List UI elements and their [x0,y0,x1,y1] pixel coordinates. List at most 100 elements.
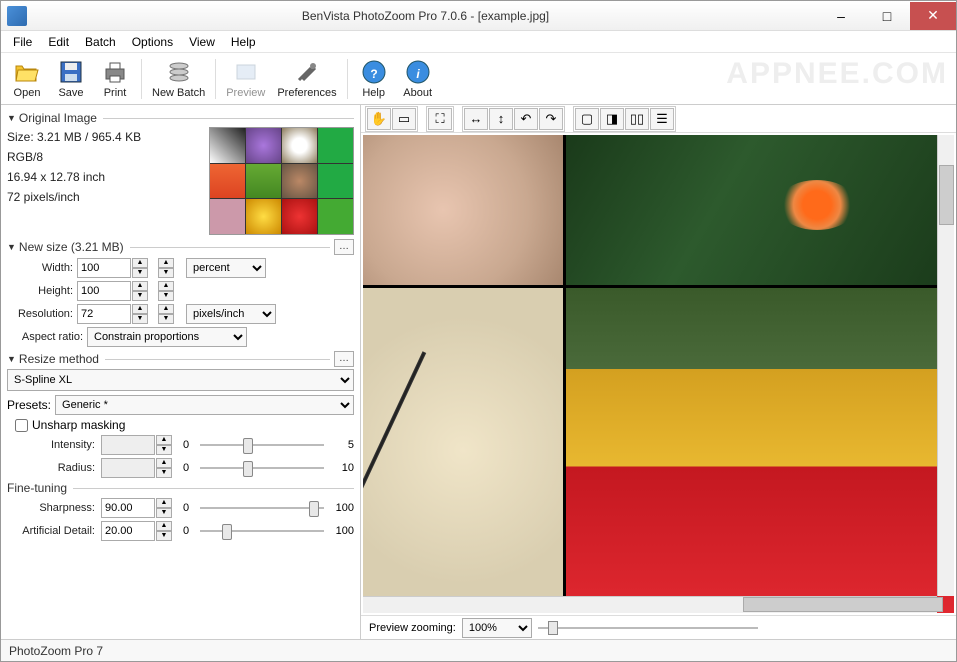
method-select[interactable]: S-Spline XL [7,369,354,391]
resize-options-button[interactable]: … [334,351,354,367]
height-up[interactable]: ▲ [132,281,148,291]
radius-slider[interactable] [200,458,324,478]
sharpness-input[interactable] [101,498,155,518]
width-label: Width: [7,262,73,274]
maximize-button[interactable]: □ [864,2,910,30]
flip-v-icon[interactable]: ↕ [489,108,513,130]
original-size: Size: 3.21 MB / 965.4 KB [7,127,209,147]
preview-hscroll[interactable] [363,596,937,613]
height-link-down[interactable]: ▼ [158,291,174,301]
width-up[interactable]: ▲ [132,258,148,268]
newbatch-button[interactable]: New Batch [146,56,211,101]
width-down[interactable]: ▼ [132,268,148,278]
height-label: Height: [7,285,73,297]
res-down[interactable]: ▼ [132,314,148,324]
preview-icon [232,58,260,86]
menu-file[interactable]: File [5,33,40,51]
height-down[interactable]: ▼ [132,291,148,301]
save-label: Save [58,87,83,99]
help-button[interactable]: ? Help [352,56,396,101]
split-stack-icon[interactable]: ☰ [650,108,674,130]
flip-h-icon[interactable]: ↔ [464,108,488,130]
width-link-down[interactable]: ▼ [158,268,174,278]
floppy-icon [57,58,85,86]
menu-batch[interactable]: Batch [77,33,124,51]
newsize-header[interactable]: New size (3.21 MB)… [7,239,354,255]
menu-options[interactable]: Options [124,33,181,51]
newbatch-label: New Batch [152,87,205,99]
printer-icon [101,58,129,86]
help-label: Help [362,87,385,99]
tools-icon [293,58,321,86]
help-icon: ? [360,58,388,86]
split-single-icon[interactable]: ▢ [575,108,599,130]
minimize-button[interactable]: – [818,2,864,30]
size-unit-select[interactable]: percent [186,258,266,278]
aspect-select[interactable]: Constrain proportions [87,327,247,347]
original-dims: 16.94 x 12.78 inch [7,167,209,187]
preferences-label: Preferences [277,87,336,99]
print-button[interactable]: Print [93,56,137,101]
unsharp-checkbox[interactable] [15,419,28,432]
resize-header[interactable]: Resize method… [7,351,354,367]
about-button[interactable]: i About [396,56,440,101]
open-label: Open [14,87,41,99]
res-link-up[interactable]: ▲ [158,304,174,314]
detail-min: 0 [178,525,194,537]
res-unit-select[interactable]: pixels/inch [186,304,276,324]
rotate-ccw-icon[interactable]: ↶ [514,108,538,130]
split-v2-icon[interactable]: ▯▯ [625,108,649,130]
height-link-up[interactable]: ▲ [158,281,174,291]
save-button[interactable]: Save [49,56,93,101]
hand-tool-icon[interactable]: ✋ [367,108,391,130]
rotate-cw-icon[interactable]: ↷ [539,108,563,130]
menu-edit[interactable]: Edit [40,33,77,51]
split-h-icon[interactable]: ◨ [600,108,624,130]
preferences-button[interactable]: Preferences [271,56,342,101]
marquee-tool-icon[interactable]: ▭ [392,108,416,130]
res-input[interactable] [77,304,131,324]
preview-button[interactable]: Preview [220,56,271,101]
radius-max: 10 [330,462,354,474]
preview-canvas[interactable] [363,135,954,613]
zoom-select[interactable]: 100% [462,618,532,638]
menu-help[interactable]: Help [223,33,264,51]
sharpness-label: Sharpness: [7,502,95,514]
sharpness-min: 0 [178,502,194,514]
radius-min: 0 [178,462,194,474]
detail-input[interactable] [101,521,155,541]
info-icon: i [404,58,432,86]
thumbnail[interactable] [209,127,354,235]
res-label: Resolution: [7,308,73,320]
res-link-down[interactable]: ▼ [158,314,174,324]
intensity-input[interactable] [101,435,155,455]
print-label: Print [104,87,127,99]
intensity-slider[interactable] [200,435,324,455]
height-input[interactable] [77,281,131,301]
aspect-label: Aspect ratio: [7,331,83,343]
zoom-slider[interactable] [538,619,758,637]
menu-view[interactable]: View [181,33,223,51]
close-button[interactable]: ✕ [910,2,956,30]
sharpness-slider[interactable] [200,498,324,518]
width-input[interactable] [77,258,131,278]
watermark: APPNEE.COM [726,57,948,91]
open-button[interactable]: Open [5,56,49,101]
intensity-max: 5 [330,439,354,451]
width-link-up[interactable]: ▲ [158,258,174,268]
original-header[interactable]: Original Image [7,111,354,125]
status-text: PhotoZoom Pro 7 [9,644,103,658]
detail-label: Artificial Detail: [7,525,95,537]
radius-input[interactable] [101,458,155,478]
original-res: 72 pixels/inch [7,187,209,207]
newsize-options-button[interactable]: … [334,239,354,255]
detail-slider[interactable] [200,521,324,541]
crop-tool-icon[interactable]: ⛶ [428,108,452,130]
svg-text:?: ? [370,67,377,81]
preset-select[interactable]: Generic * [55,395,354,415]
finetune-header: Fine-tuning [7,481,354,495]
detail-max: 100 [330,525,354,537]
res-up[interactable]: ▲ [132,304,148,314]
sharpness-max: 100 [330,502,354,514]
preview-vscroll[interactable] [937,135,954,596]
